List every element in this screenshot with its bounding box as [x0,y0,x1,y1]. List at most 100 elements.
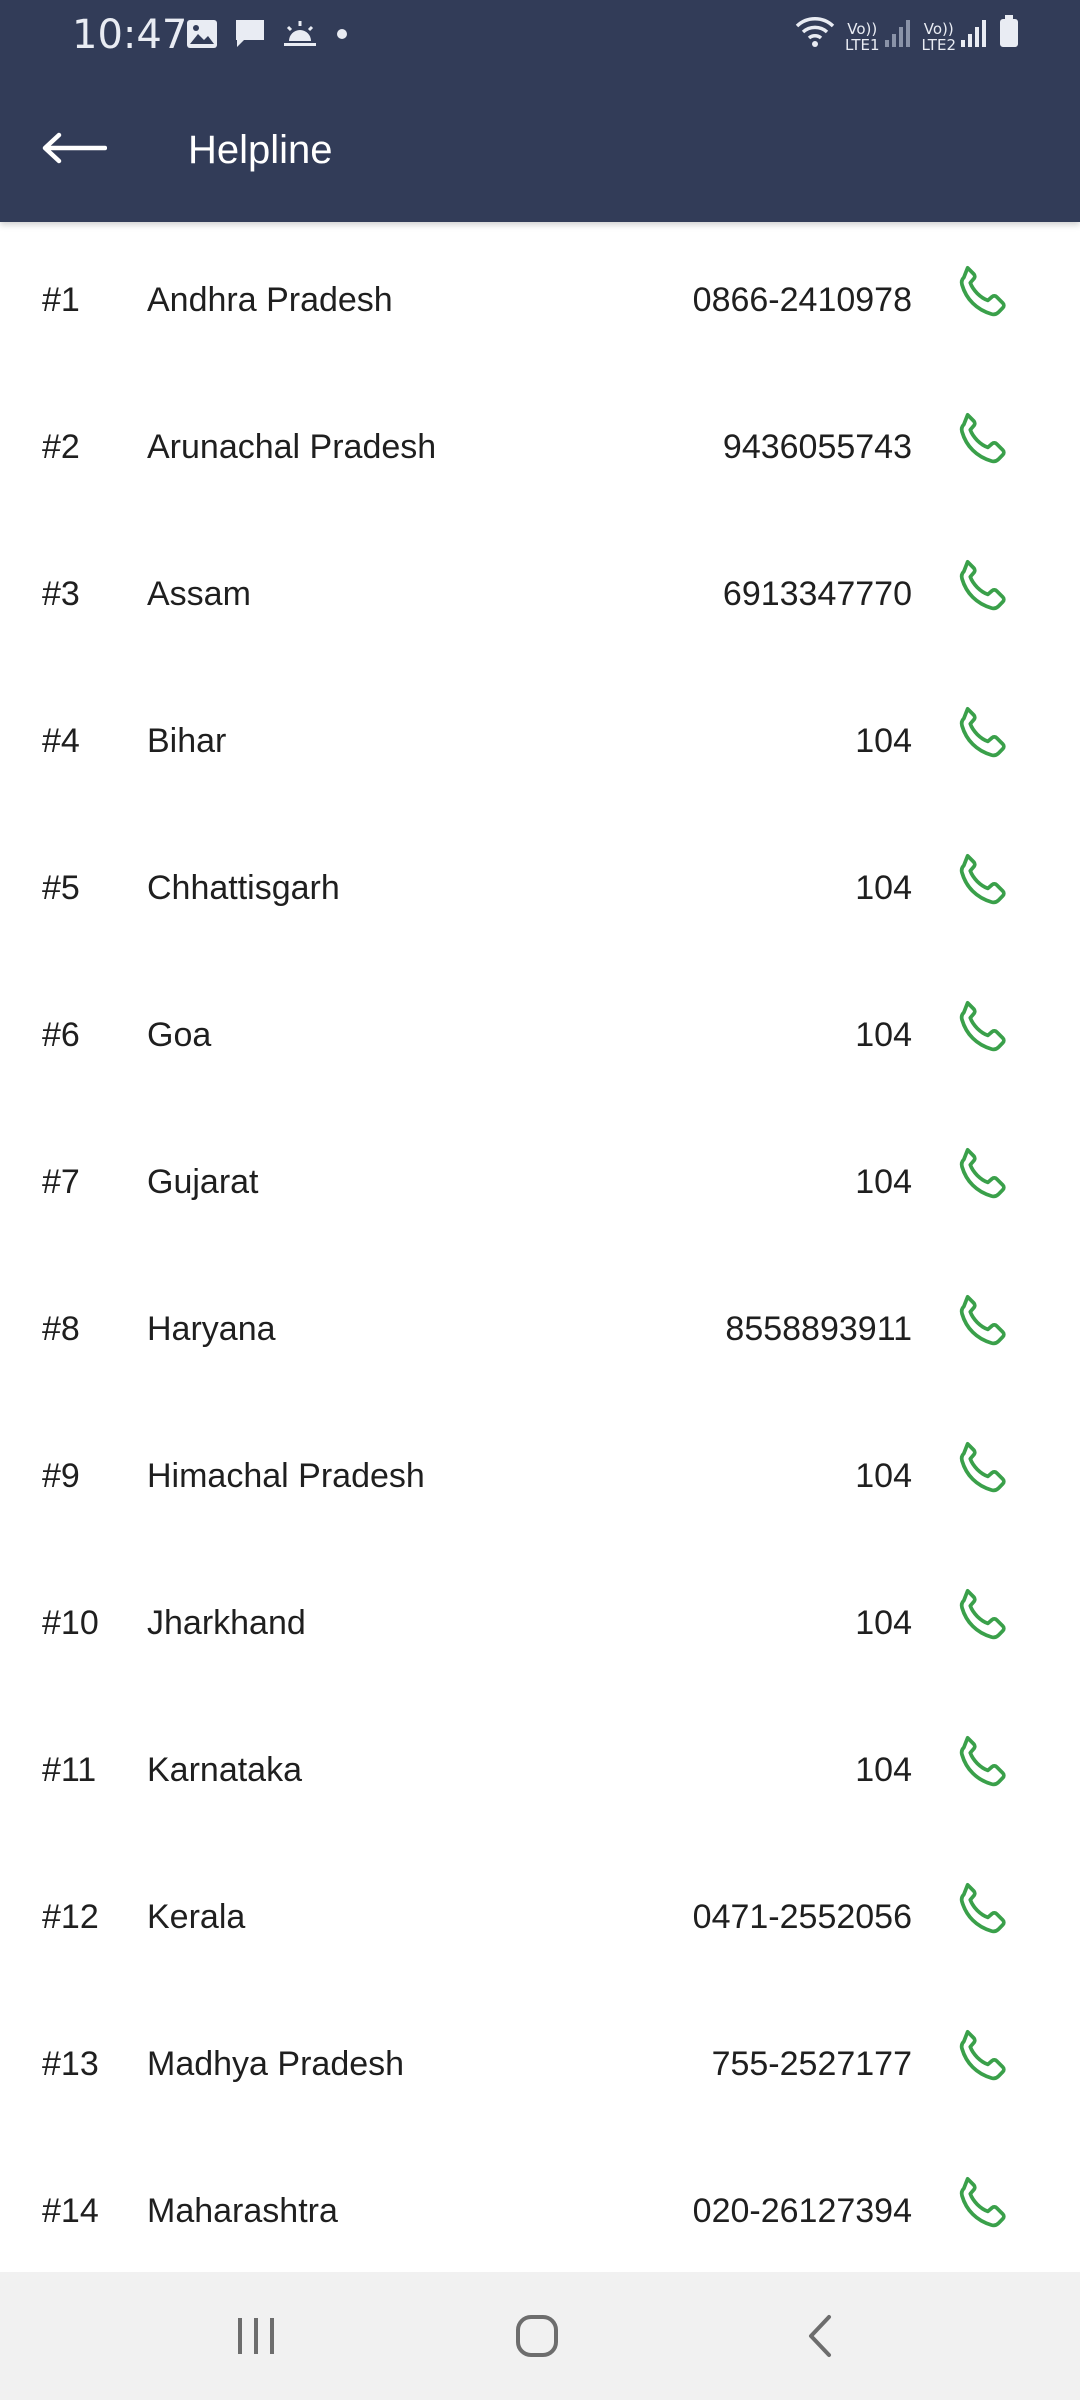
phone-number[interactable]: 104 [855,1692,912,1839]
call-button[interactable] [950,1585,1014,1649]
back-nav-button[interactable] [780,2300,860,2376]
phone-number[interactable]: 0471-2552056 [693,1839,912,1986]
helpline-row[interactable]: #3 Assam 6913347770 [0,516,1080,663]
call-button[interactable] [950,262,1014,326]
call-button[interactable] [950,1144,1014,1208]
call-button[interactable] [950,703,1014,767]
phone-icon [950,1589,1014,1653]
helpline-row[interactable]: #8 Haryana 8558893911 [0,1251,1080,1398]
phone-icon [950,2177,1014,2241]
state-name: Haryana [147,1310,276,1348]
phone-number[interactable]: 104 [855,810,912,957]
state-name: Madhya Pradesh [147,2045,405,2083]
phone-number[interactable]: 8558893911 [725,1251,912,1398]
status-bar: 10:47 Vo)) LTE1 Vo)) LTE2 [0,0,1080,72]
state-name: Karnataka [147,1751,302,1789]
phone-icon [950,1883,1014,1947]
phone-number[interactable]: 104 [855,663,912,810]
row-index: #9 [42,1457,80,1495]
helpline-row[interactable]: #6 Goa 104 [0,957,1080,1104]
call-button[interactable] [950,997,1014,1061]
phone-number[interactable]: 104 [855,1398,912,1545]
app-header: 10:47 Vo)) LTE1 Vo)) LTE2 Helpline [0,0,1080,222]
call-button[interactable] [950,2173,1014,2237]
row-index: #4 [42,722,80,760]
state-name: Andhra Pradesh [147,281,393,319]
row-index: #5 [42,869,80,907]
phone-number[interactable]: 0866-2410978 [693,222,912,369]
row-index: #8 [42,1310,80,1348]
state-name: Kerala [147,1898,246,1936]
status-time: 10:47 [72,12,188,58]
row-index: #12 [42,1898,99,1936]
recents-icon [234,2316,278,2361]
state-name: Maharashtra [147,2192,338,2230]
signal-icon [960,18,988,53]
state-name: Chhattisgarh [147,869,340,907]
row-index: #2 [42,428,80,466]
phone-icon [950,2030,1014,2094]
phone-icon [950,1001,1014,1065]
call-button[interactable] [950,1879,1014,1943]
helpline-row[interactable]: #7 Gujarat 104 [0,1104,1080,1251]
call-button[interactable] [950,2026,1014,2090]
back-chevron-icon [805,2313,835,2364]
helpline-row[interactable]: #2 Arunachal Pradesh 9436055743 [0,369,1080,516]
call-button[interactable] [950,556,1014,620]
helpline-row[interactable]: #9 Himachal Pradesh 104 [0,1398,1080,1545]
call-button[interactable] [950,1732,1014,1796]
notification-icons [186,18,350,50]
row-index: #14 [42,2192,99,2230]
phone-number[interactable]: 755-2527177 [712,1986,912,2133]
signal-icon [884,18,912,53]
phone-icon [950,854,1014,918]
row-index: #1 [42,281,80,319]
helpline-row[interactable]: #12 Kerala 0471-2552056 [0,1839,1080,1986]
phone-number[interactable]: 104 [855,957,912,1104]
state-name: Bihar [147,722,227,760]
dot-icon [334,26,350,42]
state-name: Arunachal Pradesh [147,428,437,466]
helpline-row[interactable]: #10 Jharkhand 104 [0,1545,1080,1692]
system-icons: Vo)) LTE1 Vo)) LTE2 [795,14,1020,53]
phone-icon [950,266,1014,330]
phone-icon [950,413,1014,477]
home-button[interactable] [497,2300,577,2376]
helpline-row[interactable]: #14 Maharashtra 020-26127394 [0,2133,1080,2280]
sim2-label: Vo)) LTE2 [921,20,956,54]
call-button[interactable] [950,1438,1014,1502]
call-button[interactable] [950,1291,1014,1355]
helpline-row[interactable]: #13 Madhya Pradesh 755-2527177 [0,1986,1080,2133]
phone-icon [950,1295,1014,1359]
phone-number[interactable]: 104 [855,1545,912,1692]
state-name: Himachal Pradesh [147,1457,425,1495]
image-icon [186,19,218,49]
recents-button[interactable] [216,2300,296,2376]
row-index: #3 [42,575,80,613]
system-nav-bar [0,2272,1080,2400]
helpline-row[interactable]: #4 Bihar 104 [0,663,1080,810]
state-name: Gujarat [147,1163,259,1201]
phone-number[interactable]: 104 [855,1104,912,1251]
helpline-row[interactable]: #11 Karnataka 104 [0,1692,1080,1839]
row-index: #11 [42,1751,97,1789]
message-icon [234,18,266,50]
weather-icon [282,19,318,49]
helpline-list: #1 Andhra Pradesh 0866-2410978 #2 Arunachal … [0,222,1080,2280]
helpline-row[interactable]: #5 Chhattisgarh 104 [0,810,1080,957]
state-name: Jharkhand [147,1604,306,1642]
phone-icon [950,1442,1014,1506]
phone-number[interactable]: 6913347770 [723,516,912,663]
phone-number[interactable]: 020-26127394 [693,2133,912,2280]
helpline-row[interactable]: #1 Andhra Pradesh 0866-2410978 [0,222,1080,369]
row-index: #13 [42,2045,99,2083]
call-button[interactable] [950,409,1014,473]
back-button[interactable] [36,120,112,180]
state-name: Assam [147,575,251,613]
phone-number[interactable]: 9436055743 [723,369,912,516]
page-title: Helpline [188,128,333,172]
arrow-left-icon [41,131,108,170]
call-button[interactable] [950,850,1014,914]
row-index: #7 [42,1163,80,1201]
phone-icon [950,560,1014,624]
